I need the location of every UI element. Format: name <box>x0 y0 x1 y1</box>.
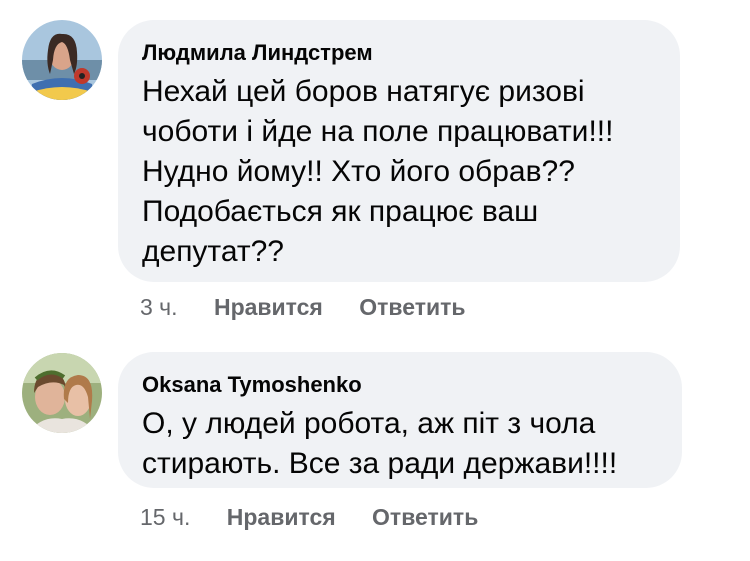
comment-text-line: чоботи і йде на поле працювати!!! <box>142 115 614 148</box>
user-avatar-icon[interactable] <box>22 20 102 100</box>
comment-timestamp[interactable]: 3 ч. <box>140 294 178 320</box>
comment-meta: 15 ч. Нравится Ответить <box>140 504 478 531</box>
comment-text-line: депутат?? <box>142 235 284 268</box>
comment-bubble: Людмила Линдстрем Нехай цей боров натягу… <box>118 20 680 282</box>
comment-text-line: стирають. Все за ради держави!!!! <box>142 447 618 480</box>
user-avatar-icon[interactable] <box>22 353 102 433</box>
comment-text: О, у людей робота, аж піт з чола стирают… <box>142 404 617 484</box>
comment: Людмила Линдстрем Нехай цей боров натягу… <box>0 0 750 330</box>
comment-text-line: Нехай цей боров натягує ризові <box>142 75 585 108</box>
comment-bubble: Oksana Tymoshenko О, у людей робота, аж … <box>118 352 682 488</box>
like-button[interactable]: Нравится <box>227 504 336 530</box>
reply-button[interactable]: Ответить <box>359 294 465 320</box>
comment-author[interactable]: Oksana Tymoshenko <box>142 372 362 398</box>
comment-text-line: Нудно йому!! Хто його обрав?? <box>142 155 575 188</box>
comment-text-line: О, у людей робота, аж піт з чола <box>142 407 596 440</box>
like-button[interactable]: Нравится <box>214 294 323 320</box>
comment-timestamp[interactable]: 15 ч. <box>140 504 190 530</box>
reply-button[interactable]: Ответить <box>372 504 478 530</box>
comment: Oksana Tymoshenko О, у людей робота, аж … <box>0 340 750 560</box>
comment-text-line: Подобається як працює ваш <box>142 195 539 228</box>
comment-meta: 3 ч. Нравится Ответить <box>140 294 466 321</box>
comment-author[interactable]: Людмила Линдстрем <box>142 40 373 66</box>
comment-text: Нехай цей боров натягує ризові чоботи і … <box>142 72 613 272</box>
